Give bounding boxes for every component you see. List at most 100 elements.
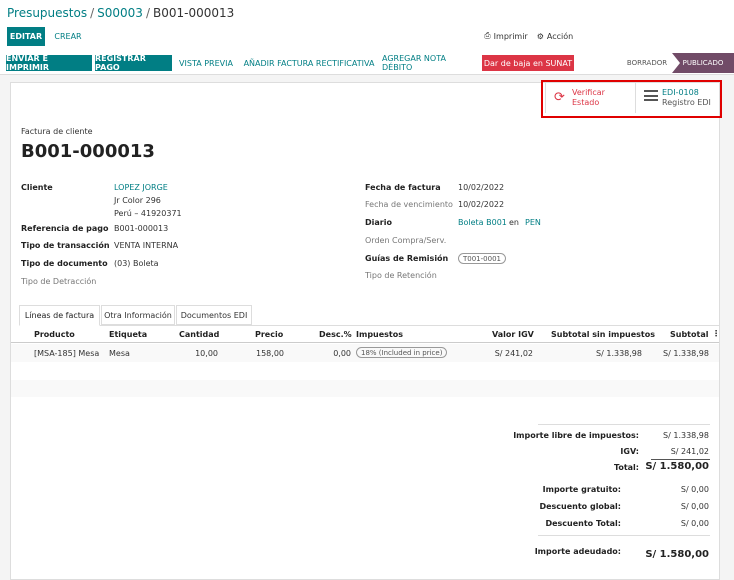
- detraction-label: Tipo de Detracción: [21, 277, 97, 286]
- due-date-label: Fecha de vencimiento: [365, 200, 453, 209]
- retention-label: Tipo de Retención: [365, 271, 437, 280]
- verify-label-1: Verificar: [572, 88, 605, 97]
- total-discount-value: S/ 0,00: [680, 519, 709, 528]
- empty-row: [11, 380, 719, 397]
- cell-igv: S/ 241,02: [494, 349, 533, 358]
- status-draft[interactable]: BORRADOR: [622, 55, 672, 71]
- refresh-icon: ⟳: [554, 90, 565, 105]
- add-debit-note-button[interactable]: AGREGAR NOTA DÉBITO: [382, 54, 478, 72]
- totals-bottom-divider: [538, 535, 710, 536]
- action-label: Acción: [546, 31, 574, 41]
- doc-type-value: (03) Boleta: [114, 259, 159, 268]
- transaction-type-value: VENTA INTERNA: [114, 241, 179, 250]
- due-date-value: 10/02/2022: [458, 200, 505, 209]
- cell-price: 158,00: [256, 349, 284, 358]
- tab-invoice-lines[interactable]: Líneas de factura: [19, 305, 100, 326]
- totals-top-divider: [538, 424, 710, 425]
- guides-label: Guías de Remisión: [365, 254, 449, 263]
- tab-edi-documents[interactable]: Documentos EDI: [176, 305, 252, 325]
- invoice-type: Factura de cliente: [21, 127, 93, 136]
- action-dropdown[interactable]: ⚙ Acción: [536, 29, 574, 43]
- edi-label-2: Registro EDI: [662, 98, 711, 107]
- po-label: Orden Compra/Serv.: [365, 236, 447, 245]
- customer-address-1: Jr Color 296: [114, 196, 161, 205]
- total-divider: [651, 459, 710, 460]
- form-statusbar: ENVIAR E IMPRIMIR REGISTRAR PAGO VISTA P…: [0, 53, 734, 75]
- cell-subtotal: S/ 1.338,98: [663, 349, 709, 358]
- invoice-date-label: Fecha de factura: [365, 183, 441, 192]
- tax-tag: 18% (Included in price): [356, 347, 448, 358]
- cell-subtotal-no-tax: S/ 1.338,98: [596, 349, 642, 358]
- global-discount-value: S/ 0,00: [680, 502, 709, 511]
- cell-discount: 0,00: [333, 349, 351, 358]
- free-label: Importe gratuito:: [542, 485, 621, 494]
- total-discount-label: Descuento Total:: [545, 519, 621, 528]
- edi-log-button[interactable]: EDI-0108 Registro EDI: [635, 83, 721, 113]
- currency-value[interactable]: PEN: [525, 218, 541, 227]
- register-payment-button[interactable]: REGISTRAR PAGO: [95, 54, 172, 72]
- status-published[interactable]: PUBLICADO: [672, 53, 734, 73]
- add-rectifying-invoice-button[interactable]: AÑADIR FACTURA RECTIFICATIVA: [243, 55, 375, 71]
- customer-address-2: Perú – 41920371: [114, 209, 182, 218]
- payment-ref-value: B001-000013: [114, 224, 169, 233]
- breadcrumb-current: B001-000013: [152, 6, 235, 20]
- breadcrumb-order[interactable]: S00003: [97, 6, 143, 20]
- create-button[interactable]: CREAR: [51, 27, 85, 46]
- cell-label: Mesa: [109, 349, 130, 358]
- print-label: Imprimir: [493, 31, 528, 41]
- total-label: Total:: [613, 463, 639, 472]
- journal-value[interactable]: Boleta B001: [458, 218, 507, 227]
- journal-label: Diario: [365, 218, 392, 227]
- breadcrumb-separator: /: [90, 6, 95, 20]
- print-dropdown[interactable]: ⎙ Imprimir: [484, 29, 528, 43]
- print-icon: ⎙: [484, 31, 491, 40]
- verify-label-2: Estado: [572, 98, 600, 107]
- guide-tag[interactable]: T001-0001: [458, 253, 506, 264]
- transaction-type-label: Tipo de transacción: [21, 241, 110, 250]
- igv-value: S/ 241,02: [670, 447, 709, 456]
- col-product[interactable]: Producto: [34, 330, 75, 339]
- untaxed-label: Importe libre de impuestos:: [513, 431, 639, 440]
- breadcrumb-quotations[interactable]: Presupuestos: [7, 6, 87, 20]
- server-icon: [644, 90, 658, 101]
- invoice-date-value: 10/02/2022: [458, 183, 505, 192]
- col-quantity[interactable]: Cantidad: [179, 330, 219, 339]
- col-igv[interactable]: Valor IGV: [492, 330, 534, 339]
- invoice-number: B001-000013: [21, 141, 155, 162]
- untaxed-value: S/ 1.338,98: [663, 431, 709, 440]
- amount-due-label: Importe adeudado:: [534, 547, 621, 556]
- col-subtotal[interactable]: Subtotal: [670, 330, 708, 339]
- igv-label: IGV:: [620, 447, 639, 456]
- cell-product: [MSA-185] Mesa: [34, 349, 100, 358]
- verify-status-button[interactable]: ⟳ Verificar Estado: [545, 83, 635, 113]
- send-print-button[interactable]: ENVIAR E IMPRIMIR: [6, 54, 92, 72]
- col-label[interactable]: Etiqueta: [109, 330, 147, 339]
- free-value: S/ 0,00: [680, 485, 709, 494]
- preview-button[interactable]: VISTA PREVIA: [175, 55, 237, 71]
- customer-name[interactable]: LOPEZ JORGE: [114, 183, 168, 192]
- col-price[interactable]: Precio: [255, 330, 283, 339]
- column-options-icon[interactable]: ⋮: [712, 329, 720, 338]
- edi-label-1: EDI-0108: [662, 88, 699, 97]
- payment-ref-label: Referencia de pago: [21, 224, 109, 233]
- breadcrumb: Presupuestos / S00003/B001-000013: [7, 6, 234, 20]
- amount-due-value: S/ 1.580,00: [645, 549, 709, 560]
- edit-button[interactable]: EDITAR: [7, 27, 45, 46]
- table-row[interactable]: [MSA-185] Mesa Mesa 10,00 158,00 0,00 18…: [11, 344, 719, 362]
- breadcrumb-separator: /: [145, 6, 150, 20]
- col-taxes[interactable]: Impuestos: [356, 330, 403, 339]
- col-discount[interactable]: Desc.%: [319, 330, 352, 339]
- sunat-cancel-button[interactable]: Dar de baja en SUNAT: [482, 55, 574, 71]
- tab-other-info[interactable]: Otra Información: [101, 305, 175, 325]
- control-panel: Presupuestos / S00003/B001-000013 EDITAR C…: [0, 0, 734, 54]
- total-value: S/ 1.580,00: [645, 461, 709, 472]
- doc-type-label: Tipo de documento: [21, 259, 108, 268]
- journal-in: en: [509, 218, 519, 227]
- col-subtotal-no-tax[interactable]: Subtotal sin impuestos: [551, 330, 655, 339]
- cell-quantity: 10,00: [195, 349, 218, 358]
- invoice-sheet: ⟳ Verificar Estado EDI-0108 Registro EDI…: [10, 80, 722, 580]
- global-discount-label: Descuento global:: [539, 502, 621, 511]
- customer-label: Cliente: [21, 183, 53, 192]
- gear-icon: ⚙: [536, 31, 544, 41]
- table-header: Producto Etiqueta Cantidad Precio Desc.%…: [11, 326, 720, 343]
